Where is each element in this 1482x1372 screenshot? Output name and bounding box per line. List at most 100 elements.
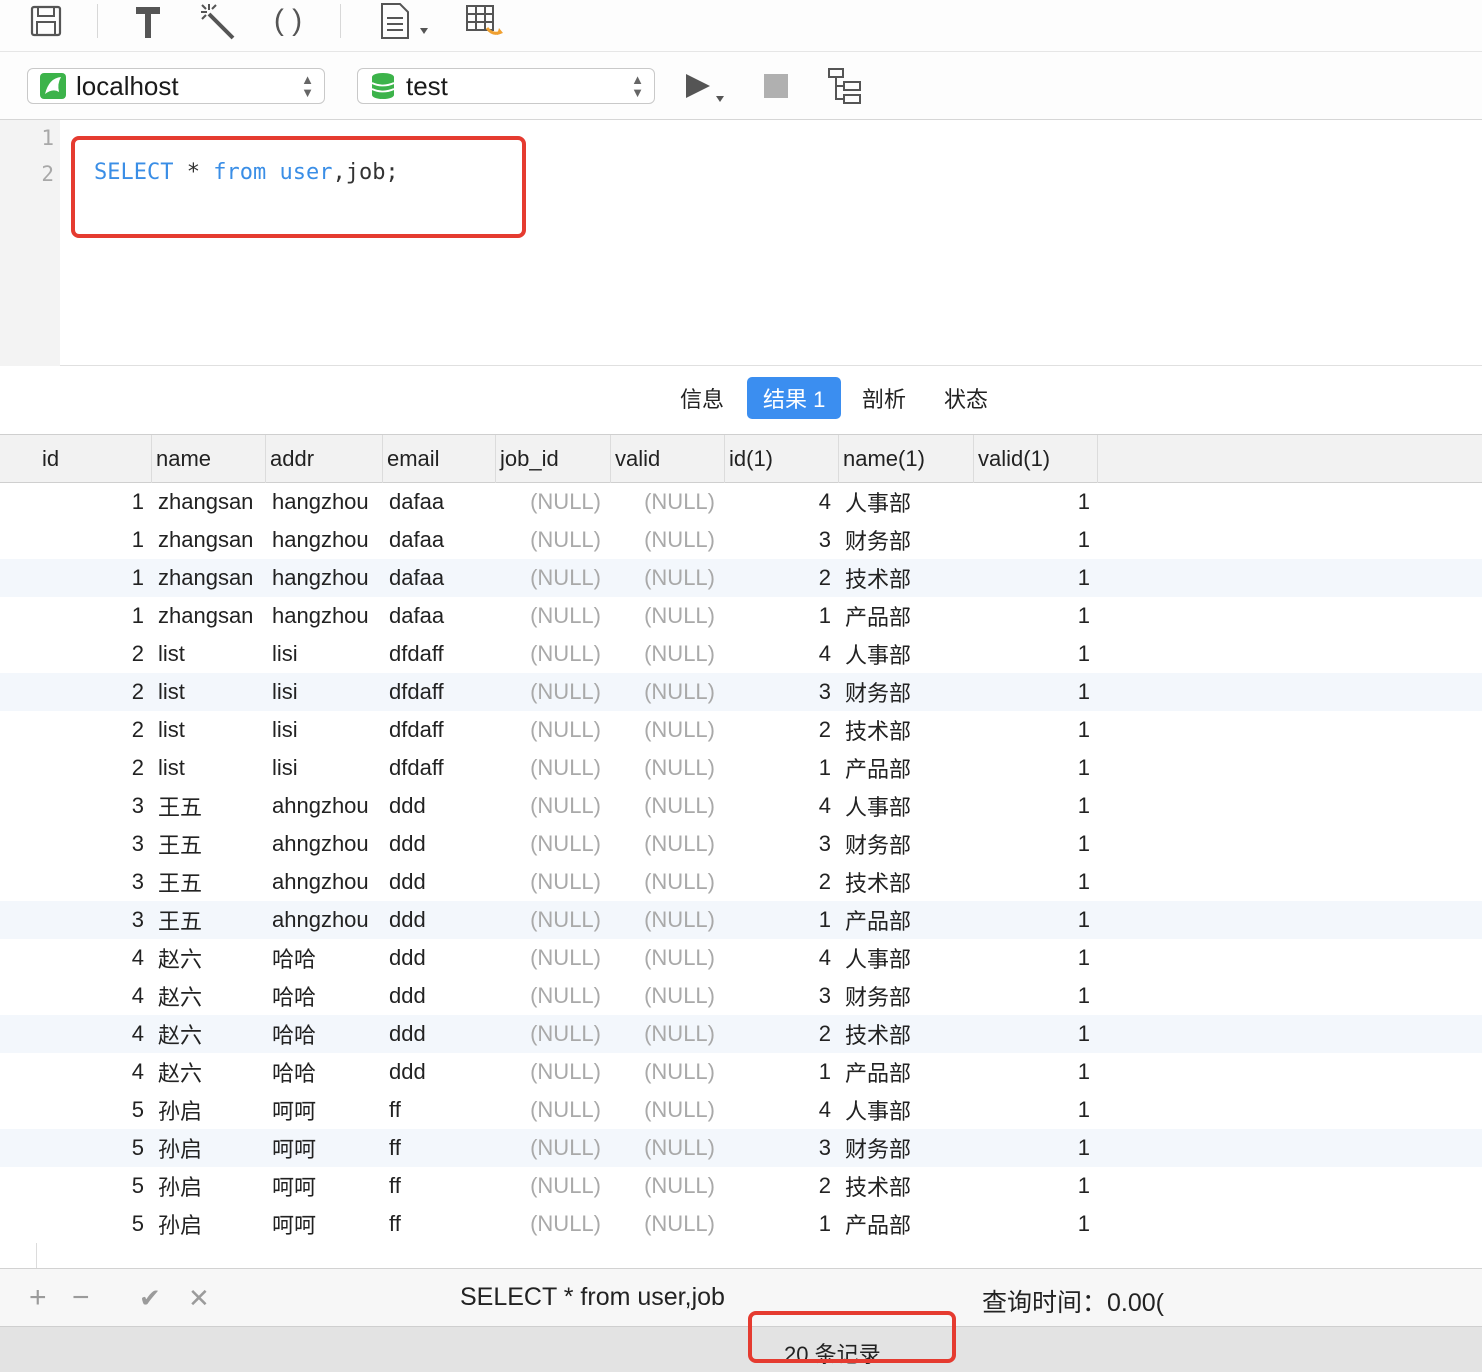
table-row[interactable]: 1 zhangsan hangzhou dafaa (NULL) (NULL) 1 产品部 1 [0,597,1482,635]
table-cell-addr[interactable]: 哈哈 [272,1053,384,1091]
table-cell-job_id[interactable]: (NULL) [502,901,601,939]
table-cell-id[interactable]: 5 [38,1205,144,1243]
table-row[interactable]: 5 孙启 呵呵 ff (NULL) (NULL) 2 技术部 1 [0,1167,1482,1205]
table-row[interactable]: 3 王五 ahngzhou ddd (NULL) (NULL) 4 人事部 1 [0,787,1482,825]
table-row[interactable]: 4 赵六 哈哈 ddd (NULL) (NULL) 3 财务部 1 [0,977,1482,1015]
table-cell-valid1[interactable]: 1 [980,1129,1090,1167]
table-cell-valid1[interactable]: 1 [980,901,1090,939]
table-cell-addr[interactable]: lisi [272,749,384,787]
table-cell-id1[interactable]: 3 [731,977,831,1015]
table-cell-name1[interactable]: 技术部 [845,559,965,597]
table-cell-id[interactable]: 5 [38,1129,144,1167]
table-cell-valid1[interactable]: 1 [980,673,1090,711]
table-cell-valid1[interactable]: 1 [980,939,1090,977]
table-cell-id1[interactable]: 3 [731,521,831,559]
table-row[interactable]: 2 list lisi dfdaff (NULL) (NULL) 4 人事部 1 [0,635,1482,673]
column-header[interactable]: email [383,435,496,483]
table-cell-id1[interactable]: 4 [731,787,831,825]
table-cell-id[interactable]: 1 [38,559,144,597]
table-cell-job_id[interactable]: (NULL) [502,1091,601,1129]
table-cell-id1[interactable]: 4 [731,939,831,977]
apply-changes-button[interactable]: ✔ [139,1283,161,1313]
column-header[interactable]: id [38,435,152,483]
table-cell-id[interactable]: 4 [38,977,144,1015]
table-cell-id[interactable]: 2 [38,673,144,711]
table-cell-valid[interactable]: (NULL) [617,787,715,825]
column-header[interactable]: valid(1) [974,435,1098,483]
table-cell-addr[interactable]: hangzhou [272,483,384,521]
table-cell-name[interactable]: 王五 [158,863,268,901]
table-cell-name1[interactable]: 产品部 [845,1205,965,1243]
table-cell-addr[interactable]: 哈哈 [272,1015,384,1053]
table-cell-name[interactable]: list [158,635,268,673]
table-cell-addr[interactable]: 呵呵 [272,1091,384,1129]
table-cell-id1[interactable]: 3 [731,1129,831,1167]
table-cell-email[interactable]: ff [389,1129,499,1167]
table-cell-addr[interactable]: 呵呵 [272,1167,384,1205]
table-cell-valid[interactable]: (NULL) [617,1129,715,1167]
format-icon[interactable] [130,0,166,42]
table-cell-id[interactable]: 5 [38,1167,144,1205]
host-select[interactable]: localhost ▲ ▼ [27,68,325,104]
column-header[interactable]: id(1) [725,435,839,483]
table-cell-name[interactable]: 王五 [158,901,268,939]
table-cell-valid[interactable]: (NULL) [617,749,715,787]
table-cell-name1[interactable]: 财务部 [845,825,965,863]
table-cell-addr[interactable]: lisi [272,635,384,673]
table-cell-name1[interactable]: 财务部 [845,673,965,711]
table-cell-valid1[interactable]: 1 [980,977,1090,1015]
table-cell-valid1[interactable]: 1 [980,711,1090,749]
column-header[interactable]: job_id [496,435,611,483]
table-cell-job_id[interactable]: (NULL) [502,1053,601,1091]
table-cell-job_id[interactable]: (NULL) [502,635,601,673]
table-cell-name[interactable]: 赵六 [158,977,268,1015]
table-cell-addr[interactable]: hangzhou [272,597,384,635]
table-cell-valid1[interactable]: 1 [980,1091,1090,1129]
table-cell-addr[interactable]: 呵呵 [272,1129,384,1167]
table-cell-id[interactable]: 2 [38,635,144,673]
table-cell-name[interactable]: zhangsan [158,483,268,521]
magic-wand-icon[interactable] [198,0,238,42]
table-cell-id[interactable]: 1 [38,597,144,635]
table-cell-addr[interactable]: ahngzhou [272,901,384,939]
table-cell-name1[interactable]: 产品部 [845,1053,965,1091]
table-cell-job_id[interactable]: (NULL) [502,863,601,901]
table-row[interactable]: 1 zhangsan hangzhou dafaa (NULL) (NULL) 2 技术部 1 [0,559,1482,597]
table-cell-name1[interactable]: 财务部 [845,977,965,1015]
table-cell-job_id[interactable]: (NULL) [502,521,601,559]
table-row[interactable]: 3 王五 ahngzhou ddd (NULL) (NULL) 2 技术部 1 [0,863,1482,901]
save-icon[interactable] [28,0,64,42]
table-row[interactable]: 4 赵六 哈哈 ddd (NULL) (NULL) 1 产品部 1 [0,1053,1482,1091]
table-cell-valid[interactable]: (NULL) [617,1015,715,1053]
column-header[interactable]: valid [611,435,725,483]
table-cell-email[interactable]: ddd [389,901,499,939]
table-row[interactable]: 5 孙启 呵呵 ff (NULL) (NULL) 1 产品部 1 [0,1205,1482,1243]
table-cell-id1[interactable]: 3 [731,825,831,863]
table-cell-email[interactable]: ddd [389,939,499,977]
table-cell-name[interactable]: 孙启 [158,1129,268,1167]
table-cell-id[interactable]: 3 [38,825,144,863]
table-cell-id1[interactable]: 1 [731,901,831,939]
table-cell-valid1[interactable]: 1 [980,1015,1090,1053]
table-cell-name[interactable]: 赵六 [158,1015,268,1053]
table-cell-id[interactable]: 5 [38,1091,144,1129]
table-cell-id[interactable]: 1 [38,521,144,559]
table-cell-id1[interactable]: 1 [731,749,831,787]
table-cell-name[interactable]: list [158,749,268,787]
column-header[interactable]: name [152,435,266,483]
table-cell-id1[interactable]: 1 [731,1205,831,1243]
add-row-button[interactable]: + [29,1283,47,1313]
table-cell-addr[interactable]: lisi [272,711,384,749]
table-cell-addr[interactable]: lisi [272,673,384,711]
sql-editor[interactable]: 1 2 SELECT * from user,job; [0,120,1482,366]
table-cell-name1[interactable]: 技术部 [845,711,965,749]
table-cell-addr[interactable]: ahngzhou [272,863,384,901]
table-cell-name[interactable]: zhangsan [158,521,268,559]
table-cell-addr[interactable]: 哈哈 [272,939,384,977]
table-cell-valid1[interactable]: 1 [980,635,1090,673]
table-cell-valid[interactable]: (NULL) [617,635,715,673]
table-row[interactable]: 4 赵六 哈哈 ddd (NULL) (NULL) 4 人事部 1 [0,939,1482,977]
table-cell-email[interactable]: dfdaff [389,711,499,749]
table-cell-valid1[interactable]: 1 [980,749,1090,787]
table-cell-name[interactable]: 赵六 [158,1053,268,1091]
